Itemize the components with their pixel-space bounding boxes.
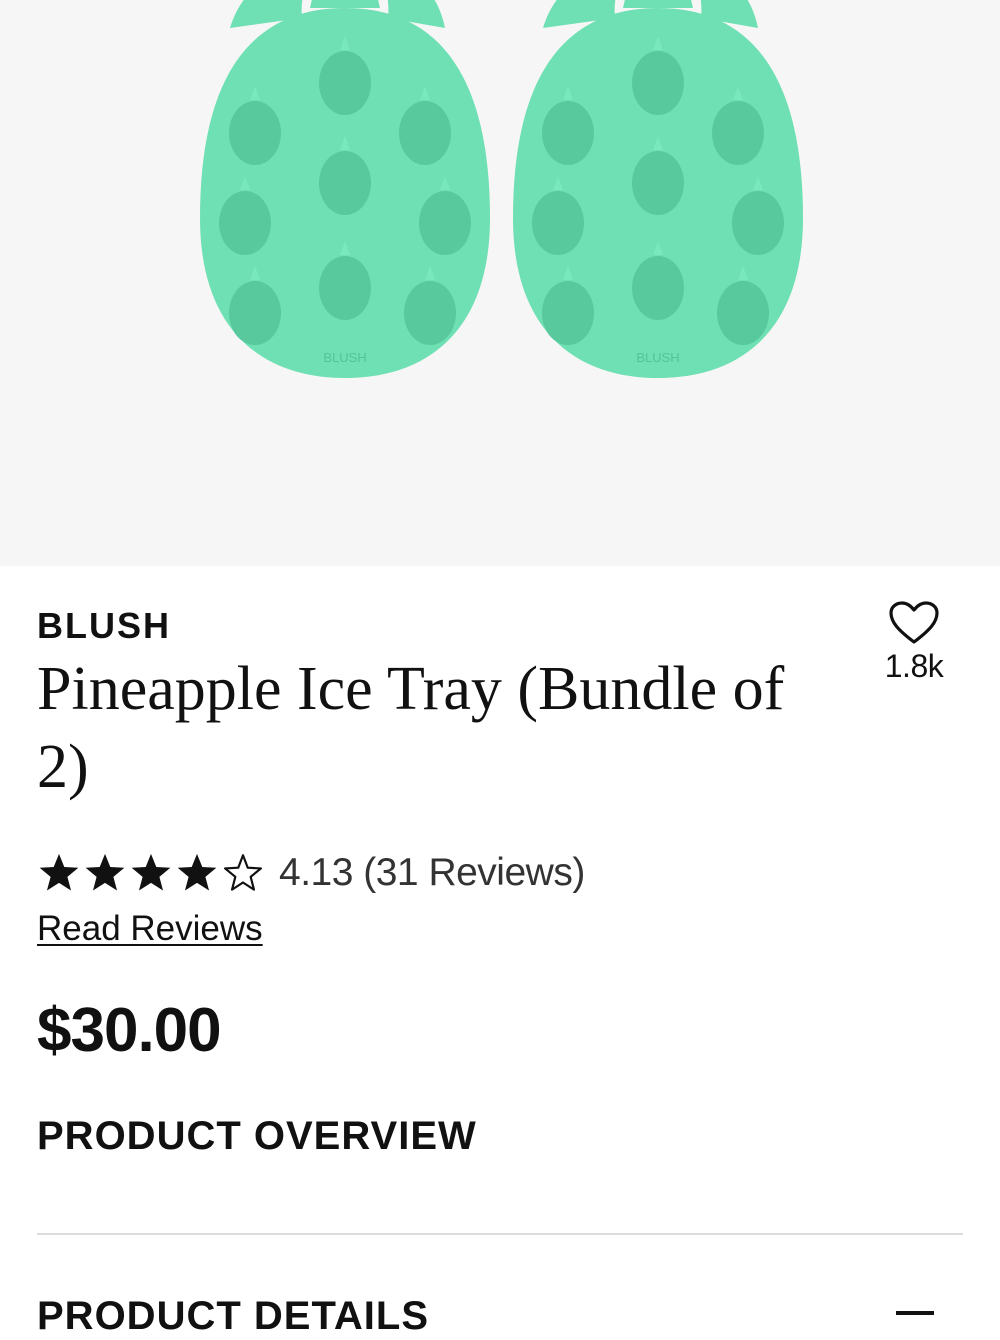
star-filled-icon (177, 853, 217, 891)
product-title: Pineapple Ice Tray (Bundle of 2) (37, 655, 785, 801)
favorite-count: 1.8k (884, 648, 944, 684)
rating-summary: 4.13 (31 Reviews) (279, 851, 585, 894)
favorite-button[interactable]: 1.8k (872, 600, 956, 684)
heart-outline-icon (889, 601, 939, 644)
rating-row: 4.13 (31 Reviews) (37, 848, 585, 898)
product-image[interactable]: BLUSH BLUSH (0, 0, 1000, 566)
star-rating (37, 852, 267, 894)
star-filled-icon (39, 853, 79, 891)
svg-text:BLUSH: BLUSH (323, 350, 366, 365)
minus-icon[interactable] (896, 1311, 934, 1315)
read-reviews-link[interactable]: Read Reviews (37, 906, 263, 952)
section-divider (37, 1233, 963, 1235)
product-price: $30.00 (37, 996, 222, 1065)
product-overview-heading[interactable]: PRODUCT OVERVIEW (37, 1112, 477, 1160)
ice-tray-image: BLUSH BLUSH (200, 0, 803, 378)
star-outline-icon (224, 854, 262, 891)
svg-text:BLUSH: BLUSH (636, 350, 679, 365)
star-filled-icon (85, 853, 125, 891)
brand-name[interactable]: BLUSH (37, 604, 171, 648)
star-filled-icon (131, 853, 171, 891)
